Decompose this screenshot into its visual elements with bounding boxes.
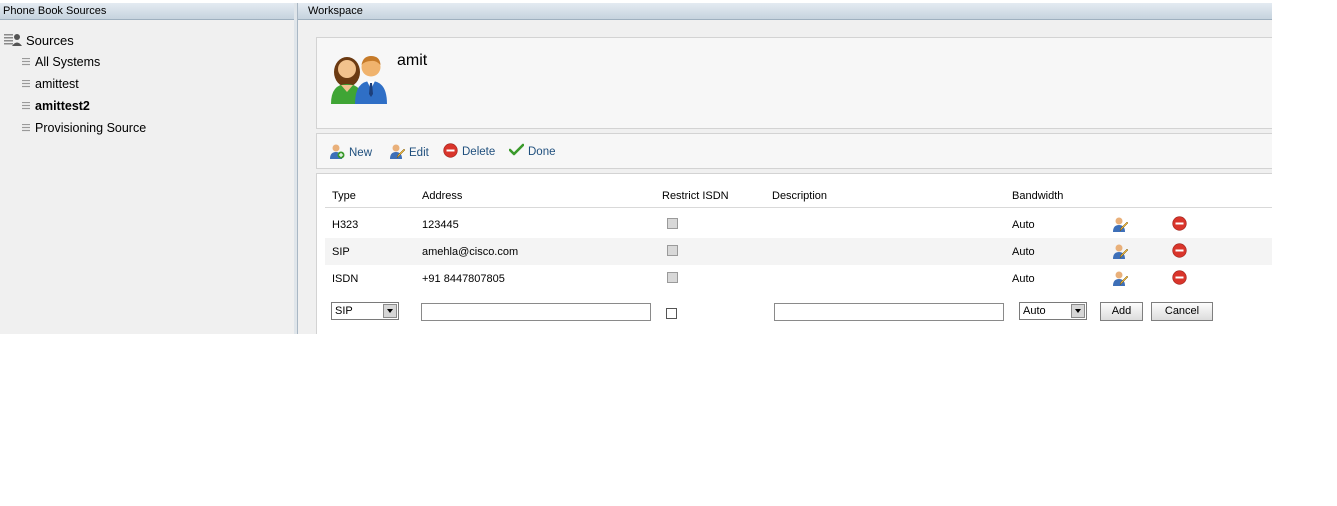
checkmark-icon	[508, 143, 525, 160]
panel-title: Phone Book Sources	[0, 3, 294, 20]
sidebar-item-provisioning-source[interactable]: Provisioning Source	[22, 120, 146, 136]
edit-label: Edit	[409, 146, 429, 159]
addresses-table: Type Address Restrict ISDN Description B…	[316, 173, 1272, 334]
edit-user-icon	[389, 143, 406, 162]
delete-button[interactable]: Delete	[443, 143, 495, 161]
toolbar: New Edit Delete Done	[316, 133, 1272, 169]
cell-address: 123445	[422, 219, 459, 231]
sidebar-item-label: amittest	[35, 77, 79, 91]
type-select-value: SIP	[335, 305, 353, 317]
add-user-icon	[329, 143, 345, 162]
restrict-isdn-checkbox-new[interactable]	[666, 308, 677, 319]
contact-group-icon	[327, 52, 393, 107]
list-icon	[22, 80, 30, 88]
bandwidth-select[interactable]: Auto	[1019, 302, 1087, 320]
column-header-description: Description	[772, 190, 828, 202]
list-icon	[22, 124, 30, 132]
table-row: H323 123445 Auto	[325, 211, 1272, 238]
edit-row-icon[interactable]	[1112, 270, 1129, 289]
contact-card: amit	[316, 37, 1272, 129]
workspace-title: Workspace	[298, 3, 1272, 20]
restrict-isdn-checkbox	[667, 272, 678, 283]
cell-bandwidth: Auto	[1012, 246, 1035, 258]
workspace-panel: Workspace amit New Edit Delete Done Type…	[297, 3, 1272, 334]
done-button[interactable]: Done	[508, 143, 556, 160]
delete-row-icon[interactable]	[1172, 216, 1187, 234]
cell-type: H323	[332, 219, 359, 231]
phone-book-sources-panel: Phone Book Sources Sources All Systems a…	[0, 3, 295, 334]
list-icon	[22, 102, 30, 110]
bandwidth-select-value: Auto	[1023, 305, 1046, 317]
list-icon	[22, 58, 30, 66]
delete-row-icon[interactable]	[1172, 243, 1187, 261]
sidebar-item-amittest[interactable]: amittest	[22, 76, 79, 92]
table-row: ISDN +91 8447807805 Auto	[325, 265, 1272, 292]
sidebar-item-label: Provisioning Source	[35, 121, 147, 135]
sidebar-item-label: amittest2	[35, 99, 90, 113]
chevron-down-icon	[1071, 304, 1085, 318]
sidebar-item-label: All Systems	[35, 55, 101, 69]
delete-row-icon[interactable]	[1172, 270, 1187, 288]
add-button[interactable]: Add	[1100, 302, 1143, 321]
new-label: New	[349, 146, 373, 159]
column-header-type: Type	[332, 190, 356, 202]
cell-address: +91 8447807805	[422, 273, 505, 285]
sources-icon	[4, 32, 22, 49]
restrict-isdn-checkbox	[667, 245, 678, 256]
done-label: Done	[528, 145, 556, 158]
cell-type: SIP	[332, 246, 350, 258]
contact-name: amit	[397, 52, 428, 69]
cancel-button[interactable]: Cancel	[1151, 302, 1213, 321]
cell-bandwidth: Auto	[1012, 219, 1035, 231]
delete-icon	[443, 143, 458, 161]
table-row: SIP amehla@cisco.com Auto	[325, 238, 1272, 265]
edit-button[interactable]: Edit	[389, 143, 429, 162]
description-input[interactable]	[774, 303, 1004, 321]
new-entry-row: SIP Auto Add Cancel	[325, 296, 1272, 326]
column-header-address: Address	[422, 190, 463, 202]
new-button[interactable]: New	[329, 143, 372, 162]
cell-type: ISDN	[332, 273, 359, 285]
column-header-restrict-isdn: Restrict ISDN	[662, 190, 729, 202]
edit-row-icon[interactable]	[1112, 216, 1129, 235]
edit-row-icon[interactable]	[1112, 243, 1129, 262]
column-header-bandwidth: Bandwidth	[1012, 190, 1064, 202]
tree-root-label: Sources	[26, 32, 74, 48]
delete-label: Delete	[462, 146, 496, 158]
tree-root-sources[interactable]: Sources	[4, 32, 74, 48]
header-divider	[325, 207, 1272, 208]
chevron-down-icon	[383, 304, 397, 318]
cell-bandwidth: Auto	[1012, 273, 1035, 285]
cell-address: amehla@cisco.com	[422, 246, 519, 258]
restrict-isdn-checkbox	[667, 218, 678, 229]
address-input[interactable]	[421, 303, 651, 321]
sidebar-item-amittest2[interactable]: amittest2	[22, 98, 90, 114]
type-select[interactable]: SIP	[331, 302, 399, 320]
sidebar-item-all-systems[interactable]: All Systems	[22, 54, 100, 70]
